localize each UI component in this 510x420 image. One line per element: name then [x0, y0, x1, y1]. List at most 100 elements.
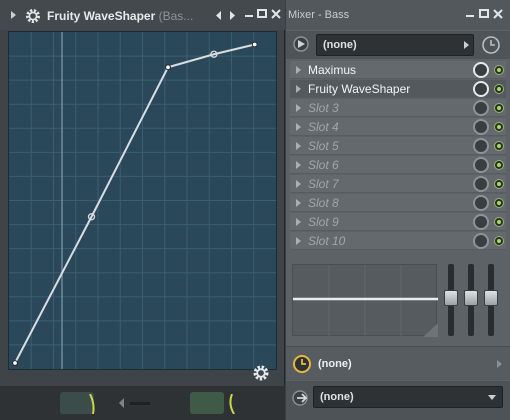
curve-point[interactable]: [165, 64, 171, 71]
slot-menu-arrow-icon[interactable]: [296, 66, 301, 74]
slot-menu-arrow-icon[interactable]: [296, 218, 301, 226]
shaper-graph[interactable]: [8, 31, 277, 370]
slot-faders: [444, 262, 502, 340]
slot-label: Fruity WaveShaper: [308, 82, 411, 96]
curve-point[interactable]: [12, 360, 18, 366]
slot-menu-arrow-icon[interactable]: [296, 161, 301, 169]
next-preset-icon[interactable]: [228, 11, 236, 20]
scroll-thumb[interactable]: [130, 402, 150, 405]
minimize-icon[interactable]: [465, 9, 475, 19]
maximize-icon[interactable]: [479, 9, 489, 19]
preset-value: (none): [323, 39, 357, 51]
effect-slot[interactable]: Slot 6: [290, 156, 506, 174]
time-value: (none): [318, 358, 352, 370]
slot-menu-arrow-icon[interactable]: [296, 85, 301, 93]
time-row[interactable]: (none): [286, 346, 510, 380]
background-strip: [0, 386, 285, 420]
slot-label: Slot 3: [308, 101, 339, 115]
eq-graph: [293, 265, 438, 337]
slot-mix-knob[interactable]: [473, 119, 489, 135]
slot-menu-arrow-icon[interactable]: [296, 199, 301, 207]
time-arrow-icon[interactable]: [497, 360, 502, 368]
close-icon[interactable]: [493, 9, 503, 19]
mixer-titlebar[interactable]: Mixer - Bass: [286, 0, 510, 30]
slot-enable-led[interactable]: [494, 236, 504, 246]
slot-enable-led[interactable]: [494, 122, 504, 132]
wave-mark-icon: [229, 394, 235, 414]
slot-label: Slot 10: [308, 234, 346, 248]
slot-enable-led[interactable]: [494, 217, 504, 227]
shaper-curve: [14, 43, 255, 364]
effect-slot[interactable]: Maximus: [290, 61, 506, 79]
preset-row: (none): [286, 31, 510, 59]
fader-handle[interactable]: [444, 290, 458, 306]
slot-mix-knob[interactable]: [473, 176, 489, 192]
slot-enable-led[interactable]: [494, 179, 504, 189]
slot-label: Slot 9: [308, 215, 339, 229]
presets-icon[interactable]: [292, 35, 312, 55]
prev-preset-icon[interactable]: [215, 11, 223, 20]
collapse-arrow-icon[interactable]: [10, 11, 18, 19]
waveshaper-title: Fruity WaveShaper (Bas...: [47, 9, 194, 23]
output-selector[interactable]: (none): [313, 386, 503, 408]
slot-mix-knob[interactable]: [473, 100, 489, 116]
time-clock-icon: [293, 355, 311, 373]
minimize-icon[interactable]: [244, 9, 254, 19]
waveshaper-titlebar[interactable]: Fruity WaveShaper (Bas...: [0, 0, 285, 30]
slot-label: Maximus: [308, 63, 357, 77]
slot-menu-arrow-icon[interactable]: [296, 123, 301, 131]
slot-enable-led[interactable]: [494, 84, 504, 94]
waveshaper-window: Fruity WaveShaper (Bas...: [0, 0, 285, 386]
effect-slot[interactable]: Slot 4: [290, 118, 506, 136]
slot-label: Slot 4: [308, 120, 339, 134]
effect-slot[interactable]: Slot 9: [290, 213, 506, 231]
preset-arrow-icon: [464, 41, 469, 49]
output-value: (none): [320, 391, 354, 403]
slot-menu-arrow-icon[interactable]: [296, 142, 301, 150]
effect-slot[interactable]: Fruity WaveShaper: [290, 80, 506, 98]
slot-label: Slot 8: [308, 196, 339, 210]
fader-handle[interactable]: [464, 290, 478, 306]
slot-mix-knob[interactable]: [473, 214, 489, 230]
strip-knob: [190, 392, 224, 414]
effect-slot[interactable]: Slot 5: [290, 137, 506, 155]
effect-slot[interactable]: Slot 7: [290, 175, 506, 193]
clock-icon[interactable]: [481, 35, 501, 55]
slot-enable-led[interactable]: [494, 65, 504, 75]
slot-enable-led[interactable]: [494, 141, 504, 151]
slot-enable-led[interactable]: [494, 103, 504, 113]
slot-mix-knob[interactable]: [473, 157, 489, 173]
maximize-icon[interactable]: [257, 9, 267, 19]
curve-point[interactable]: [251, 41, 258, 48]
slot-mix-knob[interactable]: [473, 195, 489, 211]
output-arrow-icon: [488, 395, 496, 400]
effect-slot[interactable]: Slot 8: [290, 194, 506, 212]
effect-slot[interactable]: Slot 10: [290, 232, 506, 250]
slot-mix-knob[interactable]: [473, 138, 489, 154]
eq-display[interactable]: [292, 264, 438, 337]
slot-mix-knob[interactable]: [473, 81, 489, 97]
slot-mix-knob[interactable]: [473, 233, 489, 249]
settings-gear-icon[interactable]: [252, 364, 270, 382]
slot-label: Slot 6: [308, 158, 339, 172]
fader-handle[interactable]: [484, 290, 498, 306]
scroll-left-icon[interactable]: [118, 398, 126, 408]
slot-menu-arrow-icon[interactable]: [296, 180, 301, 188]
effect-slot[interactable]: Slot 3: [290, 99, 506, 117]
shaper-curve-svg[interactable]: [9, 32, 276, 369]
mixer-panel: Mixer - Bass (none) Maximus Fruity WaveSh…: [286, 0, 510, 420]
slot-label: Slot 5: [308, 139, 339, 153]
close-icon[interactable]: [271, 9, 281, 19]
slot-enable-led[interactable]: [494, 198, 504, 208]
slot-label: Slot 7: [308, 177, 339, 191]
slot-menu-arrow-icon[interactable]: [296, 104, 301, 112]
slot-enable-led[interactable]: [494, 160, 504, 170]
preset-selector[interactable]: (none): [316, 34, 474, 56]
output-row: (none): [286, 381, 510, 420]
output-icon: [292, 390, 308, 406]
mixer-title: Mixer - Bass: [288, 9, 350, 21]
gear-icon[interactable]: [25, 8, 41, 24]
wave-mark-icon: [89, 394, 95, 414]
slot-menu-arrow-icon[interactable]: [296, 237, 301, 245]
slot-mix-knob[interactable]: [473, 62, 489, 78]
